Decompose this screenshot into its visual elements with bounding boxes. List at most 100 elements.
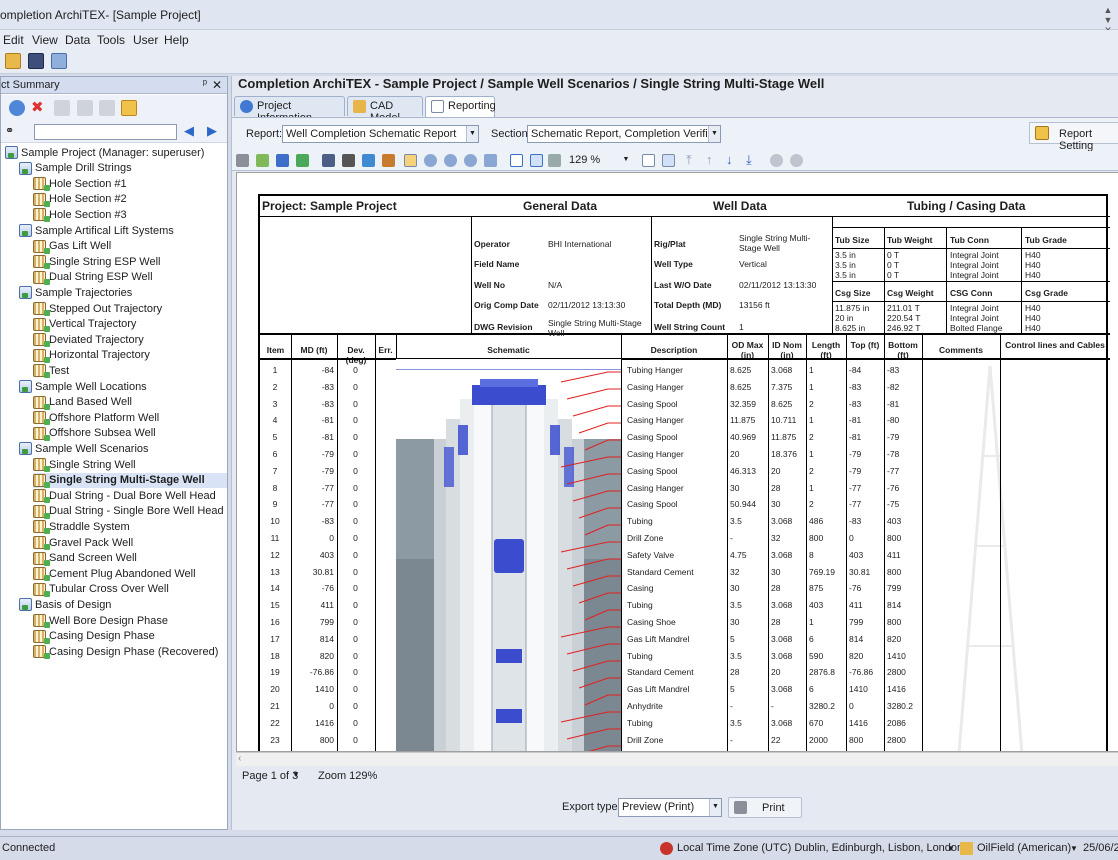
chevron-down-icon[interactable]: ▼ bbox=[709, 799, 721, 816]
tree-item[interactable]: Hole Section #2 bbox=[33, 192, 127, 207]
pan-hand-icon[interactable] bbox=[404, 154, 417, 167]
tree-item[interactable]: Sample Well Locations bbox=[19, 379, 147, 394]
save-all-icon[interactable] bbox=[51, 53, 67, 69]
tree-item[interactable]: Casing Design Phase bbox=[33, 629, 155, 644]
chevron-down-icon[interactable]: ▼ bbox=[620, 152, 632, 168]
tree-item[interactable]: Single String ESP Well bbox=[33, 254, 160, 270]
tree-item[interactable]: Single String Well bbox=[33, 457, 136, 472]
prev-page-icon[interactable]: ↑ bbox=[706, 153, 719, 167]
find-icon[interactable] bbox=[342, 154, 355, 167]
reload-icon[interactable] bbox=[362, 154, 375, 167]
next-arrow-icon[interactable]: ▶ bbox=[207, 124, 223, 140]
tree-item[interactable]: Offshore Platform Well bbox=[33, 410, 159, 426]
single-page-icon[interactable] bbox=[642, 154, 655, 167]
section-select[interactable]: Schematic Report, Completion Verificat..… bbox=[527, 125, 721, 143]
magnifier-icon[interactable] bbox=[548, 154, 561, 167]
tree-item[interactable]: Sample Well Scenarios bbox=[19, 441, 149, 456]
tree-item[interactable]: Vertical Trajectory bbox=[33, 317, 136, 332]
report-settings-button[interactable]: Report Setting bbox=[1029, 122, 1118, 152]
save-icon[interactable] bbox=[276, 154, 289, 167]
menu-help[interactable]: Help bbox=[164, 33, 189, 47]
tree-item[interactable]: Dual String - Dual Bore Well Head bbox=[33, 488, 216, 504]
horizontal-scrollbar[interactable]: ‹ bbox=[236, 752, 1118, 766]
continuous-page-icon[interactable] bbox=[662, 154, 675, 167]
tree-item[interactable]: Dual String ESP Well bbox=[33, 270, 153, 285]
add-icon[interactable] bbox=[9, 100, 25, 116]
refresh-icon[interactable] bbox=[296, 154, 309, 167]
zoom-rect-icon[interactable] bbox=[484, 154, 497, 167]
tree-item[interactable]: Hole Section #1 bbox=[33, 176, 127, 192]
tree-item[interactable]: Casing Design Phase (Recovered) bbox=[33, 644, 218, 660]
tree-item[interactable]: Offshore Subsea Well bbox=[33, 426, 156, 441]
table-cell: 3280.2 bbox=[809, 701, 835, 711]
tree-item[interactable]: Gas Lift Well bbox=[33, 239, 111, 254]
tree-item[interactable]: Sample Trajectories bbox=[19, 285, 132, 300]
zoom-icon[interactable] bbox=[424, 154, 437, 167]
menu-edit[interactable]: Edit bbox=[3, 33, 24, 47]
zoom-out-icon[interactable] bbox=[464, 154, 477, 167]
zoom-in-icon[interactable] bbox=[444, 154, 457, 167]
export-icon[interactable] bbox=[256, 154, 269, 167]
print-icon[interactable] bbox=[236, 154, 249, 167]
search-input[interactable] bbox=[34, 124, 177, 140]
tree-item[interactable]: Basis of Design bbox=[19, 597, 111, 612]
tree-item[interactable]: Land Based Well bbox=[33, 395, 132, 410]
save-icon[interactable] bbox=[28, 53, 44, 69]
tab-reporting[interactable]: Reporting bbox=[425, 96, 496, 117]
table-icon[interactable] bbox=[322, 154, 335, 167]
binoculars-icon[interactable]: ⚭ bbox=[5, 124, 21, 140]
chevron-down-icon[interactable]: ▼ bbox=[466, 126, 478, 142]
tree-item[interactable]: Well Bore Design Phase bbox=[33, 613, 168, 628]
tree-item[interactable]: Dual String - Single Bore Well Head bbox=[33, 504, 224, 519]
zoom-select[interactable]: 129 % ▼ bbox=[566, 152, 632, 169]
tree-item[interactable]: Single String Multi-Stage Well bbox=[33, 472, 227, 488]
menu-data[interactable]: Data bbox=[65, 33, 90, 47]
tree-item[interactable]: Test bbox=[33, 363, 69, 379]
duplicate-icon[interactable] bbox=[99, 100, 115, 116]
back-icon[interactable] bbox=[770, 154, 783, 167]
tree-item[interactable]: Deviated Trajectory bbox=[33, 332, 144, 348]
open-folder-icon[interactable] bbox=[5, 53, 21, 69]
report-select[interactable]: Well Completion Schematic Report ▼ bbox=[282, 125, 479, 143]
close-panel-icon[interactable]: ✕ bbox=[212, 78, 222, 92]
fit-page-icon[interactable] bbox=[510, 154, 523, 167]
timezone[interactable]: Local Time Zone (UTC) Dublin, Edinburgh,… bbox=[677, 842, 963, 854]
menu-user[interactable]: User bbox=[133, 33, 158, 47]
tab-project-information[interactable]: Project Information bbox=[234, 96, 345, 124]
copy-icon[interactable] bbox=[54, 100, 70, 116]
tree-item[interactable]: Horizontal Trajectory bbox=[33, 348, 150, 363]
stop-icon[interactable] bbox=[382, 154, 395, 167]
last-page-icon[interactable]: ⤓ bbox=[746, 153, 759, 167]
chevron-down-icon[interactable]: ▼ bbox=[708, 126, 720, 142]
scroll-up-icon[interactable]: ▲ bbox=[1102, 6, 1114, 15]
unit-system[interactable]: OilField (American) bbox=[977, 842, 1071, 854]
chevron-down-icon[interactable]: ▼ bbox=[947, 844, 955, 853]
tab-cad-model[interactable]: CAD Model bbox=[347, 96, 423, 124]
properties-icon[interactable] bbox=[121, 100, 137, 116]
scroll-down-icon[interactable]: ▼ bbox=[1102, 16, 1114, 25]
pin-icon[interactable]: ᵖ bbox=[203, 78, 207, 90]
tree-item[interactable]: Stepped Out Trajectory bbox=[33, 301, 162, 316]
forward-icon[interactable] bbox=[790, 154, 803, 167]
tree-item[interactable]: Sample Drill Strings bbox=[19, 161, 132, 176]
menu-view[interactable]: View bbox=[32, 33, 58, 47]
tree-item[interactable]: Straddle System bbox=[33, 519, 130, 535]
tree-item[interactable]: Sand Screen Well bbox=[33, 551, 137, 566]
tree-item[interactable]: Gravel Pack Well bbox=[33, 535, 133, 550]
next-page-icon[interactable]: ↓ bbox=[726, 153, 739, 167]
tree-item[interactable]: Cement Plug Abandoned Well bbox=[33, 566, 196, 582]
first-page-icon[interactable]: ⤒ bbox=[686, 153, 699, 167]
tree-item[interactable]: Sample Project (Manager: superuser) bbox=[5, 145, 204, 160]
chevron-down-icon[interactable]: ▼ bbox=[1070, 844, 1078, 853]
tree-item[interactable]: Tubular Cross Over Well bbox=[33, 582, 169, 597]
menu-tools[interactable]: Tools bbox=[97, 33, 125, 47]
paste-icon[interactable] bbox=[77, 100, 93, 116]
tree-item[interactable]: Sample Artifical Lift Systems bbox=[19, 223, 174, 238]
print-button[interactable]: Print bbox=[728, 797, 802, 818]
tree-item[interactable]: Hole Section #3 bbox=[33, 207, 127, 223]
export-type-select[interactable]: Preview (Print) ▼ bbox=[618, 798, 722, 817]
fit-width-icon[interactable] bbox=[530, 154, 543, 167]
prev-arrow-icon[interactable]: ◀ bbox=[184, 124, 200, 140]
chevron-down-icon[interactable]: ▼ bbox=[292, 770, 300, 779]
delete-icon[interactable]: ✖ bbox=[31, 100, 47, 116]
